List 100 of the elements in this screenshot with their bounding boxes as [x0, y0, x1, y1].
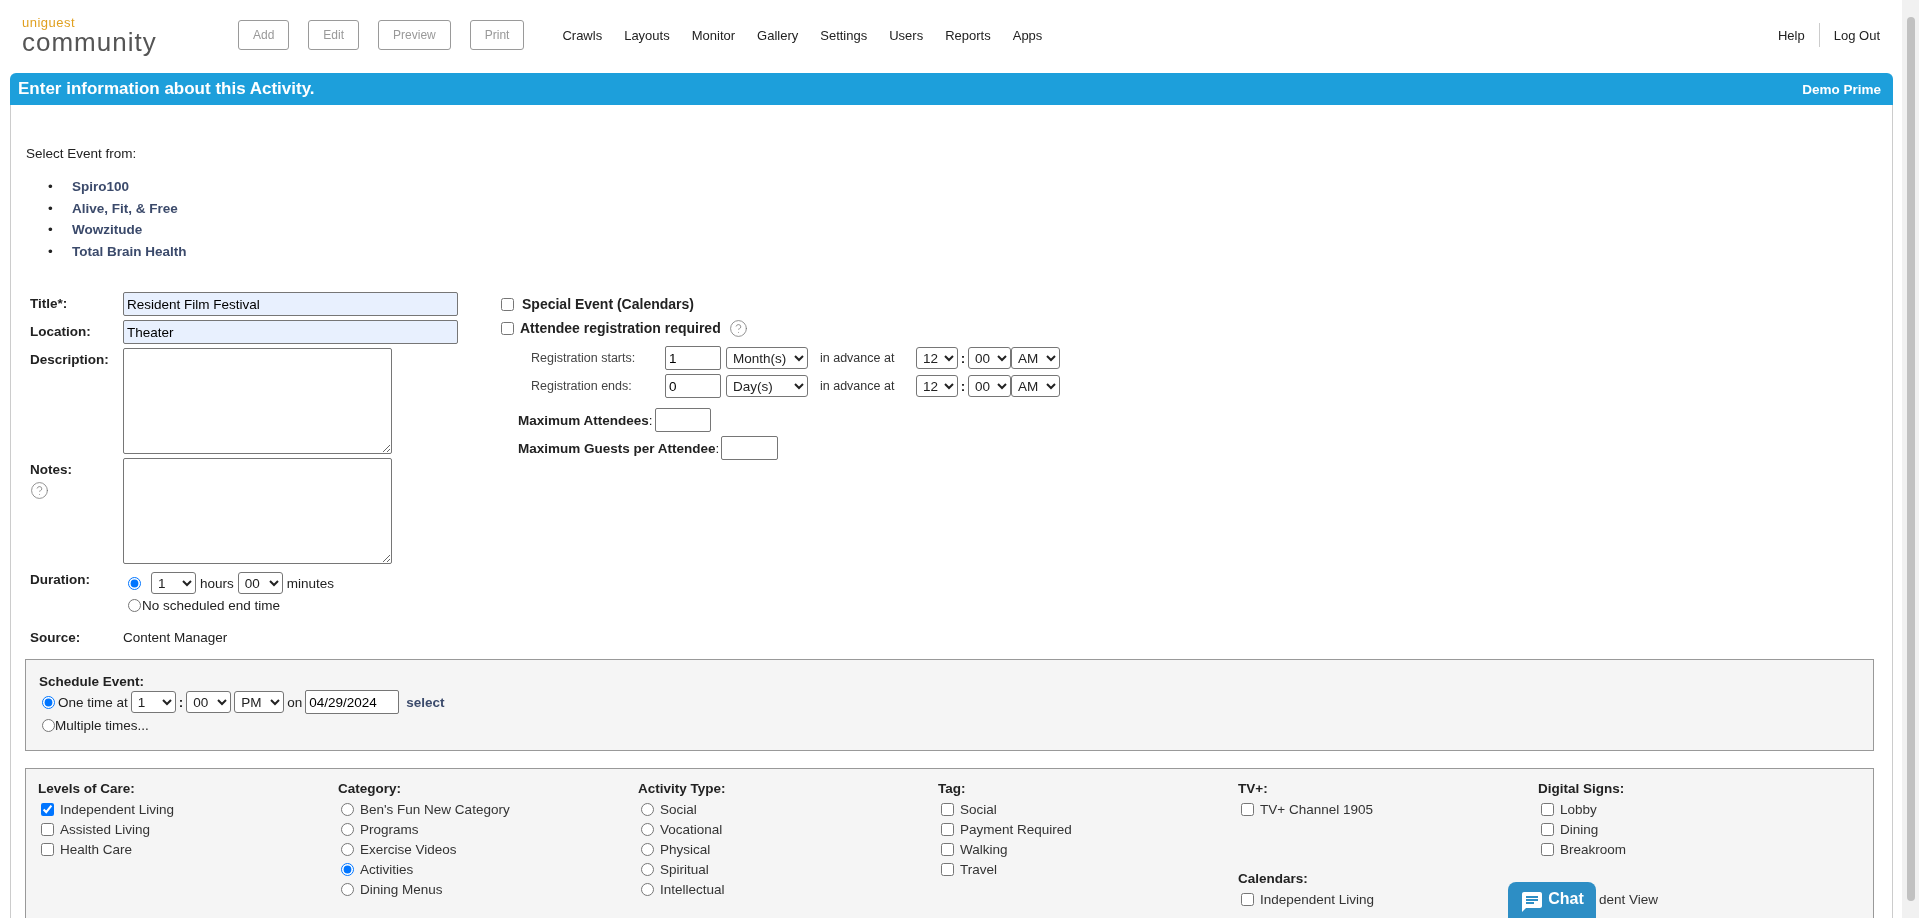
- checkbox[interactable]: [941, 842, 954, 856]
- checkbox[interactable]: [1541, 842, 1554, 856]
- radio-button[interactable]: [341, 822, 354, 836]
- minute-select[interactable]: 00: [968, 375, 1011, 397]
- radio-button[interactable]: [641, 882, 654, 896]
- max-attendees-field[interactable]: [654, 408, 711, 432]
- option-label[interactable]: Payment Required: [960, 821, 1072, 837]
- event-link[interactable]: Alive, Fit, & Free: [72, 197, 178, 219]
- checkbox[interactable]: [41, 842, 54, 856]
- option-label[interactable]: Physical: [660, 841, 711, 857]
- minutes-select[interactable]: 00: [237, 572, 283, 594]
- date-field[interactable]: 04/29/2024: [305, 690, 400, 714]
- option-label[interactable]: Walking: [960, 841, 1008, 857]
- checkbox[interactable]: [1241, 892, 1254, 906]
- checkbox[interactable]: [1241, 802, 1254, 816]
- event-link[interactable]: Total Brain Health: [72, 240, 187, 262]
- checkbox-label[interactable]: Attendee registration required: [520, 320, 721, 336]
- event-link[interactable]: Spiro100: [72, 176, 130, 198]
- checkbox[interactable]: [1541, 802, 1554, 816]
- select-link[interactable]: select: [406, 694, 445, 710]
- radio-button[interactable]: [341, 802, 354, 816]
- notes-field[interactable]: [123, 458, 392, 564]
- radio-button[interactable]: [42, 718, 55, 732]
- option-label[interactable]: Ben's Fun New Category: [360, 801, 510, 817]
- meridiem-select[interactable]: AM: [1011, 375, 1060, 397]
- radio-button[interactable]: [341, 862, 354, 876]
- checkbox[interactable]: [41, 822, 54, 836]
- checkbox[interactable]: [1541, 822, 1554, 836]
- option-label[interactable]: Dining Menus: [360, 881, 443, 897]
- radio-button[interactable]: [341, 882, 354, 896]
- radio-button[interactable]: [128, 576, 141, 590]
- account-link[interactable]: Help: [1778, 27, 1805, 43]
- event-link[interactable]: Wowzitude: [72, 219, 143, 241]
- radio-button[interactable]: [341, 842, 354, 856]
- minute-select[interactable]: 00: [186, 691, 232, 713]
- checkbox-label[interactable]: Special Event (Calendars): [522, 296, 694, 312]
- hour-select[interactable]: 12: [916, 375, 958, 397]
- max-guests-field[interactable]: [721, 436, 779, 460]
- amount-field[interactable]: 0: [665, 374, 721, 398]
- nav-link[interactable]: Reports: [945, 27, 991, 43]
- description-field[interactable]: [123, 348, 392, 454]
- nav-link[interactable]: Crawls: [562, 27, 603, 43]
- option-label[interactable]: Travel: [960, 861, 997, 877]
- nav-link[interactable]: Monitor: [691, 27, 736, 43]
- option-label[interactable]: Activities: [360, 861, 414, 877]
- option-label[interactable]: Spiritual: [660, 861, 709, 877]
- hours-select[interactable]: 1: [151, 572, 196, 594]
- nav-link[interactable]: Gallery: [757, 27, 799, 43]
- checkbox[interactable]: [41, 802, 54, 816]
- hour-select[interactable]: 1: [130, 691, 176, 713]
- option-label[interactable]: Programs: [360, 821, 419, 837]
- option-label[interactable]: Exercise Videos: [360, 841, 457, 857]
- radio-button[interactable]: [641, 842, 654, 856]
- location-field[interactable]: Theater: [123, 320, 458, 344]
- help-icon[interactable]: [728, 318, 748, 338]
- logo[interactable]: uniguest community: [22, 15, 182, 55]
- meridiem-select[interactable]: AM: [1011, 347, 1060, 369]
- option-label[interactable]: Vocational: [660, 821, 723, 837]
- help-icon[interactable]: [30, 481, 49, 500]
- nav-link[interactable]: Apps: [1012, 27, 1043, 43]
- checkbox[interactable]: [501, 297, 514, 311]
- option-label[interactable]: Assisted Living: [60, 821, 151, 837]
- option-label[interactable]: Breakroom: [1560, 841, 1627, 857]
- radio-button[interactable]: [641, 862, 654, 876]
- minutes-label: minutes: [286, 575, 335, 591]
- account-link[interactable]: Log Out: [1833, 27, 1880, 43]
- option-label[interactable]: One time at: [58, 694, 128, 710]
- field-label: Location:: [30, 323, 92, 339]
- radio-button[interactable]: [42, 695, 55, 709]
- checkbox[interactable]: [941, 802, 954, 816]
- chat-button[interactable]: Chat: [1508, 882, 1596, 918]
- option-label[interactable]: Multiple times...: [55, 717, 149, 733]
- title-field[interactable]: Resident Film Festival: [123, 292, 458, 316]
- option-label[interactable]: Health Care: [60, 841, 133, 857]
- option-label[interactable]: Social: [660, 801, 697, 817]
- option-label[interactable]: TV+ Channel 1905: [1260, 801, 1373, 817]
- radio-button[interactable]: [128, 598, 141, 612]
- nav-link[interactable]: Users: [889, 27, 924, 43]
- hour-select[interactable]: 12: [916, 347, 958, 369]
- minute-select[interactable]: 00: [968, 347, 1011, 369]
- scrollbar[interactable]: [1902, 0, 1919, 918]
- option-label[interactable]: Lobby: [1560, 801, 1597, 817]
- nav-link[interactable]: Layouts: [624, 27, 670, 43]
- radio-button[interactable]: [641, 802, 654, 816]
- radio-button[interactable]: [641, 822, 654, 836]
- nav-link[interactable]: Settings: [820, 27, 868, 43]
- option-label[interactable]: Social: [960, 801, 997, 817]
- option-label[interactable]: Intellectual: [660, 881, 725, 897]
- amount-field[interactable]: 1: [665, 346, 721, 370]
- option-label[interactable]: No scheduled end time: [142, 597, 281, 613]
- option-label[interactable]: Independent Living: [1260, 891, 1375, 907]
- option-label[interactable]: Independent Living: [60, 801, 175, 817]
- checkbox[interactable]: [941, 862, 954, 876]
- unit-select[interactable]: Day(s): [726, 375, 808, 397]
- option-label[interactable]: Dining: [1560, 821, 1599, 837]
- unit-select[interactable]: Month(s): [726, 347, 808, 369]
- checkbox[interactable]: [501, 321, 514, 335]
- meridiem-select[interactable]: PM: [234, 691, 285, 713]
- checkbox[interactable]: [941, 822, 954, 836]
- option-label[interactable]: dent View: [1599, 891, 1659, 907]
